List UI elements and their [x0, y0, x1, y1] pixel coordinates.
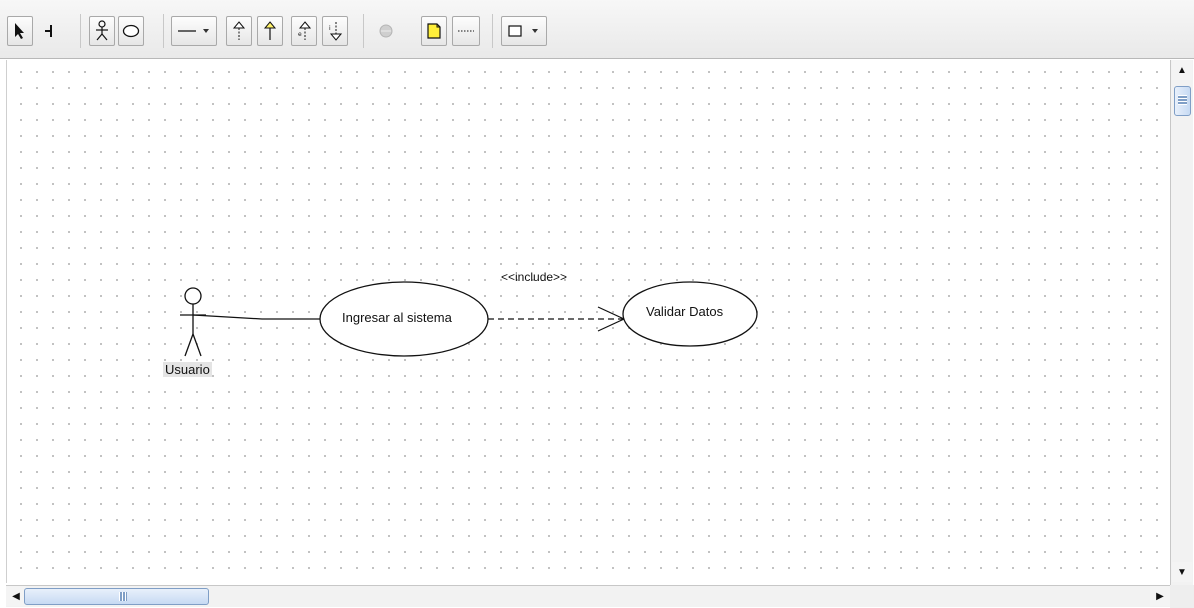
- scrollbar-corner: [1170, 585, 1194, 608]
- vertical-scrollbar[interactable]: ▲ ▼: [1170, 60, 1193, 585]
- arrow-down-icon: ▼: [1177, 566, 1187, 578]
- association-line[interactable]: [192, 314, 320, 320]
- grip-icon: [119, 592, 127, 601]
- diagram-layer: [180, 281, 758, 357]
- scroll-right-button[interactable]: ▶: [1150, 586, 1170, 606]
- arrow-right-icon: ▶: [1156, 590, 1164, 602]
- horizontal-scrollbar[interactable]: ◀ ▶: [6, 585, 1170, 607]
- actor-label: Usuario: [163, 362, 212, 377]
- scroll-up-button[interactable]: ▲: [1172, 60, 1192, 80]
- grip-icon: [1178, 95, 1187, 105]
- scroll-down-button[interactable]: ▼: [1172, 562, 1192, 582]
- vertical-scroll-thumb[interactable]: [1174, 86, 1191, 116]
- include-stereotype-label: <<include>>: [501, 270, 568, 284]
- horizontal-scroll-thumb[interactable]: [24, 588, 209, 605]
- arrow-up-icon: ▲: [1177, 64, 1187, 76]
- scroll-left-button[interactable]: ◀: [6, 586, 26, 606]
- actor-figure[interactable]: [180, 287, 206, 357]
- usecase-label-ingresar: Ingresar al sistema: [342, 310, 452, 325]
- usecase-label-validar: Validar Datos: [646, 304, 724, 319]
- arrow-left-icon: ◀: [12, 590, 20, 602]
